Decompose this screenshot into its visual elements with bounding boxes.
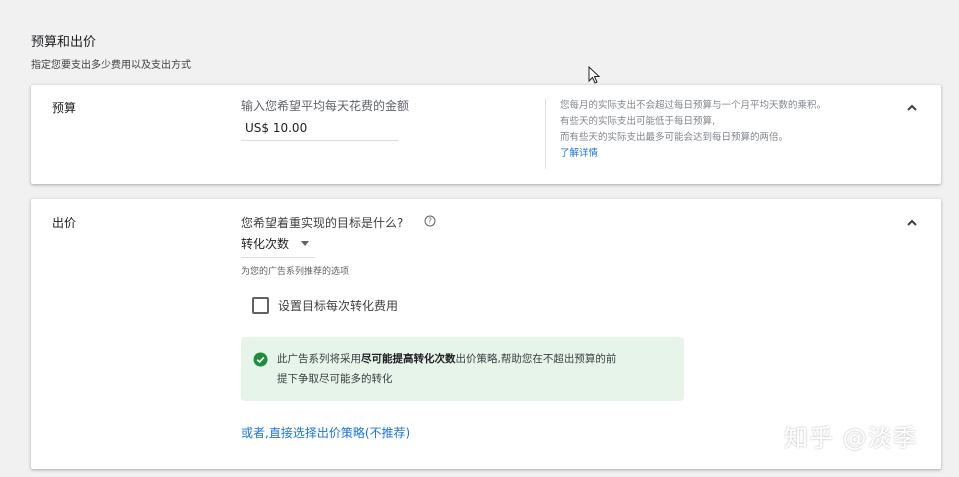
mouse-cursor-icon — [588, 66, 600, 84]
chevron-up-icon[interactable] — [905, 216, 919, 230]
target-cpa-checkbox[interactable] — [252, 297, 269, 314]
info-suffix: 出价策略,帮助您在不超出预算的前 — [455, 353, 617, 365]
section-subtitle: 指定您要支出多少费用以及支出方式 — [31, 60, 191, 71]
budget-card: 预算 输入您希望平均每天花费的金额 US$ 10.00 您每月的实际支出不会超过… — [31, 85, 941, 184]
watermark: 知乎 @淡季 — [784, 424, 918, 452]
goal-dropdown[interactable]: 转化次数 — [241, 235, 316, 258]
dropdown-arrow-icon — [301, 241, 310, 246]
budget-label: 预算 — [52, 101, 77, 115]
choose-bid-strategy-link[interactable]: 或者,直接选择出价策略(不推荐) — [241, 424, 410, 441]
budget-help-line: 您每月的实际支出不会超过每日预算与一个月平均天数的乘积。 — [560, 100, 827, 111]
strategy-info-box: 此广告系列将采用尽可能提高转化次数出价策略,帮助您在不超出预算的前 提下争取尽可… — [241, 337, 684, 401]
budget-amount-input[interactable]: US$ 10.00 — [241, 118, 398, 141]
target-cpa-checkbox-label: 设置目标每次转化费用 — [278, 299, 399, 313]
help-circle-icon[interactable]: ? — [424, 215, 436, 227]
check-circle-icon — [253, 352, 268, 367]
budget-help-text: 您每月的实际支出不会超过每日预算与一个月平均天数的乘积。 有些天的实际支出可能低… — [560, 98, 900, 162]
budget-prompt: 输入您希望平均每天花费的金额 — [241, 99, 410, 113]
learn-more-link[interactable]: 了解详情 — [560, 148, 598, 159]
goal-dropdown-value: 转化次数 — [241, 237, 290, 251]
info-prefix: 此广告系列将采用 — [277, 353, 361, 365]
info-strategy-name: 尽可能提高转化次数 — [361, 353, 456, 365]
budget-amount-value: US$ 10.00 — [245, 121, 308, 135]
bidding-label: 出价 — [52, 216, 77, 230]
recommend-note: 为您的广告系列推荐的选项 — [241, 267, 350, 277]
chevron-up-icon[interactable] — [905, 101, 919, 115]
divider — [545, 99, 546, 169]
goal-question: 您希望着重实现的目标是什么? — [241, 216, 404, 230]
svg-text:?: ? — [428, 217, 432, 226]
budget-help-line: 有些天的实际支出可能低于每日预算, — [560, 116, 716, 127]
info-line2: 提下争取尽可能多的转化 — [277, 373, 393, 385]
strategy-info-text: 此广告系列将采用尽可能提高转化次数出价策略,帮助您在不超出预算的前 提下争取尽可… — [277, 349, 672, 389]
section-title: 预算和出价 — [31, 35, 97, 50]
budget-help-line: 而有些天的实际支出最多可能会达到每日预算的两倍。 — [560, 132, 789, 143]
